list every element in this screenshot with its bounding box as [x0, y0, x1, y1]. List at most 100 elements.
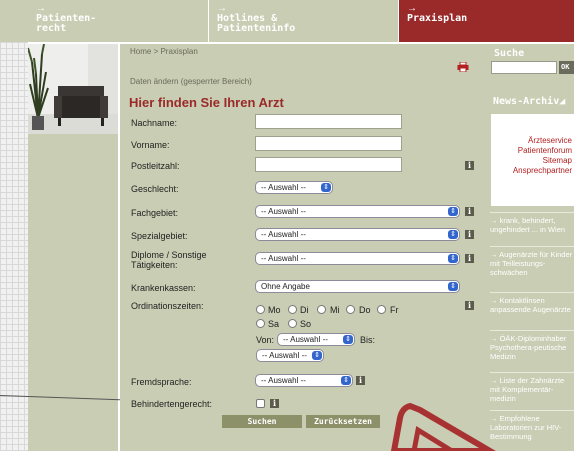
subtitle: Daten ändern (gesperrter Bereich) — [130, 77, 252, 86]
label-geschlecht: Geschlecht: — [131, 184, 179, 194]
breadcrumb[interactable]: Home > Praxisplan — [130, 47, 198, 56]
nachname-input[interactable] — [255, 114, 402, 129]
news-item[interactable]: → Empfohlene Laboratorien zur HIV-Bestim… — [490, 414, 574, 441]
nav-tab-label: recht — [36, 23, 67, 34]
quick-links-box: Ärzteservice Patientenforum Sitemap Ansp… — [491, 114, 574, 206]
select-arrows-icon: ⇕ — [448, 282, 458, 291]
link-ansprechpartner[interactable]: Ansprechpartner — [491, 166, 572, 176]
divider — [490, 212, 574, 213]
label-fachgebiet: Fachgebiet: — [131, 208, 179, 218]
divider — [490, 330, 574, 331]
select-value: -- Auswahl -- — [262, 351, 307, 360]
radio-fr[interactable] — [377, 305, 386, 314]
label-nachname: Nachname: — [131, 118, 178, 128]
postleitzahl-input[interactable] — [255, 157, 402, 172]
page-title: Hier finden Sie Ihren Arzt — [129, 95, 284, 110]
select-arrows-icon: ⇕ — [448, 254, 458, 263]
select-value: -- Auswahl -- — [261, 230, 306, 239]
grid-background — [0, 0, 28, 451]
select-arrows-icon: ⇕ — [448, 207, 458, 216]
link-sitemap[interactable]: Sitemap — [491, 156, 572, 166]
select-value: -- Auswahl -- — [261, 376, 306, 385]
divider — [490, 246, 574, 247]
radio-label-mo: Mo — [268, 305, 281, 315]
diplome-select[interactable]: -- Auswahl -- ⇕ — [255, 252, 460, 265]
news-item[interactable]: → Liste der Zahnärzte mit Komplementär-m… — [490, 376, 574, 403]
nav-tab-label: Patienteninfo — [217, 23, 296, 34]
radio-do[interactable] — [346, 305, 355, 314]
corner-arrow-icon: ◢ — [559, 96, 566, 107]
info-icon[interactable]: i — [465, 254, 474, 263]
search-ok-button[interactable]: OK — [559, 61, 574, 74]
link-patientenforum[interactable]: Patientenforum — [491, 146, 572, 156]
news-item[interactable]: → ÖÄK-Diplominhaber Psychothera-peutisch… — [490, 334, 574, 361]
label-von: Von: — [256, 335, 275, 345]
nav-tab-hotlines[interactable]: → Hotlines & Patienteninfo — [208, 0, 398, 42]
news-item[interactable]: → Kontaktlinsen anpassende Augenärzte — [490, 296, 574, 314]
divider — [490, 292, 574, 293]
link-aerzteservice[interactable]: Ärzteservice — [491, 136, 572, 146]
vorname-input[interactable] — [255, 136, 402, 151]
geschlecht-select[interactable]: -- Auswahl -- ⇕ — [255, 181, 333, 194]
nav-tab-patientenrecht[interactable]: → Patienten- recht — [28, 0, 208, 42]
select-value: -- Auswahl -- — [283, 335, 328, 344]
label-ordinationszeiten: Ordinationszeiten: — [131, 301, 204, 311]
bis-select[interactable]: -- Auswahl -- ⇕ — [256, 349, 324, 362]
info-icon[interactable]: i — [356, 376, 365, 385]
select-value: -- Auswahl -- — [261, 254, 306, 263]
radio-sa[interactable] — [256, 319, 265, 328]
radio-mi[interactable] — [317, 305, 326, 314]
select-value: Ohne Angabe — [261, 282, 310, 291]
select-arrows-icon: ⇕ — [341, 376, 351, 385]
select-arrows-icon: ⇕ — [312, 351, 322, 360]
main-content: Home > Praxisplan Daten ändern (gesperrt… — [120, 44, 486, 451]
label-spezialgebiet: Spezialgebiet: — [131, 231, 188, 241]
nav-tab-label: Praxisplan — [407, 13, 468, 24]
label-fremdsprache: Fremdsprache: — [131, 377, 192, 387]
nav-tab-praxisplan[interactable]: → Praxisplan — [398, 0, 574, 42]
right-sidebar: Suche OK News-Archiv◢ Ärzteservice Patie… — [486, 44, 574, 451]
info-icon[interactable]: i — [465, 207, 474, 216]
news-archive-label: News-Archiv — [493, 96, 560, 107]
decorative-graphic — [390, 400, 500, 451]
label-vorname: Vorname: — [131, 140, 170, 150]
header-photo — [28, 44, 118, 134]
radio-so[interactable] — [288, 319, 297, 328]
news-item[interactable]: → krank, behindert, ungehindert ... in W… — [490, 216, 574, 234]
news-archive-title[interactable]: News-Archiv◢ — [493, 96, 565, 107]
zuruecksetzen-button[interactable]: Zurücksetzen — [306, 415, 380, 428]
fachgebiet-select[interactable]: -- Auswahl -- ⇕ — [255, 205, 460, 218]
radio-label-fr: Fr — [390, 305, 399, 315]
radio-label-do: Do — [359, 305, 371, 315]
radio-label-sa: Sa — [268, 319, 280, 329]
radio-mo[interactable] — [256, 305, 265, 314]
print-icon[interactable] — [457, 61, 469, 73]
behindertengerecht-checkbox[interactable] — [256, 399, 265, 408]
radio-label-di: Di — [300, 305, 309, 315]
label-behindertengerecht: Behindertengerecht: — [131, 399, 213, 409]
info-icon[interactable]: i — [465, 161, 474, 170]
news-item[interactable]: → Augenärzte für Kinder mit Teilleistung… — [490, 250, 574, 277]
spezialgebiet-select[interactable]: -- Auswahl -- ⇕ — [255, 228, 460, 241]
label-krankenkassen: Krankenkassen: — [131, 283, 196, 293]
label-diplome-line1: Diplome / Sonstige — [131, 250, 207, 260]
label-diplome-line2: Tätigkeiten: — [131, 260, 178, 270]
select-arrows-icon: ⇕ — [448, 230, 458, 239]
divider — [490, 372, 574, 373]
von-select[interactable]: -- Auswahl -- ⇕ — [277, 333, 355, 346]
radio-label-mi: Mi — [330, 305, 340, 315]
krankenkassen-select[interactable]: Ohne Angabe ⇕ — [255, 280, 460, 293]
search-title: Suche — [494, 48, 525, 59]
label-diplome: Diplome / Sonstige Tätigkeiten: — [131, 250, 207, 270]
select-value: -- Auswahl -- — [261, 183, 306, 192]
info-icon[interactable]: i — [465, 230, 474, 239]
select-arrows-icon: ⇕ — [321, 183, 331, 192]
select-value: -- Auswahl -- — [261, 207, 306, 216]
fremdsprache-select[interactable]: -- Auswahl -- ⇕ — [255, 374, 353, 387]
info-icon[interactable]: i — [465, 301, 474, 310]
top-navigation: → Patienten- recht → Hotlines & Patiente… — [0, 0, 574, 42]
search-input[interactable] — [491, 61, 557, 74]
radio-di[interactable] — [288, 305, 297, 314]
info-icon[interactable]: i — [270, 399, 279, 408]
suchen-button[interactable]: Suchen — [222, 415, 302, 428]
